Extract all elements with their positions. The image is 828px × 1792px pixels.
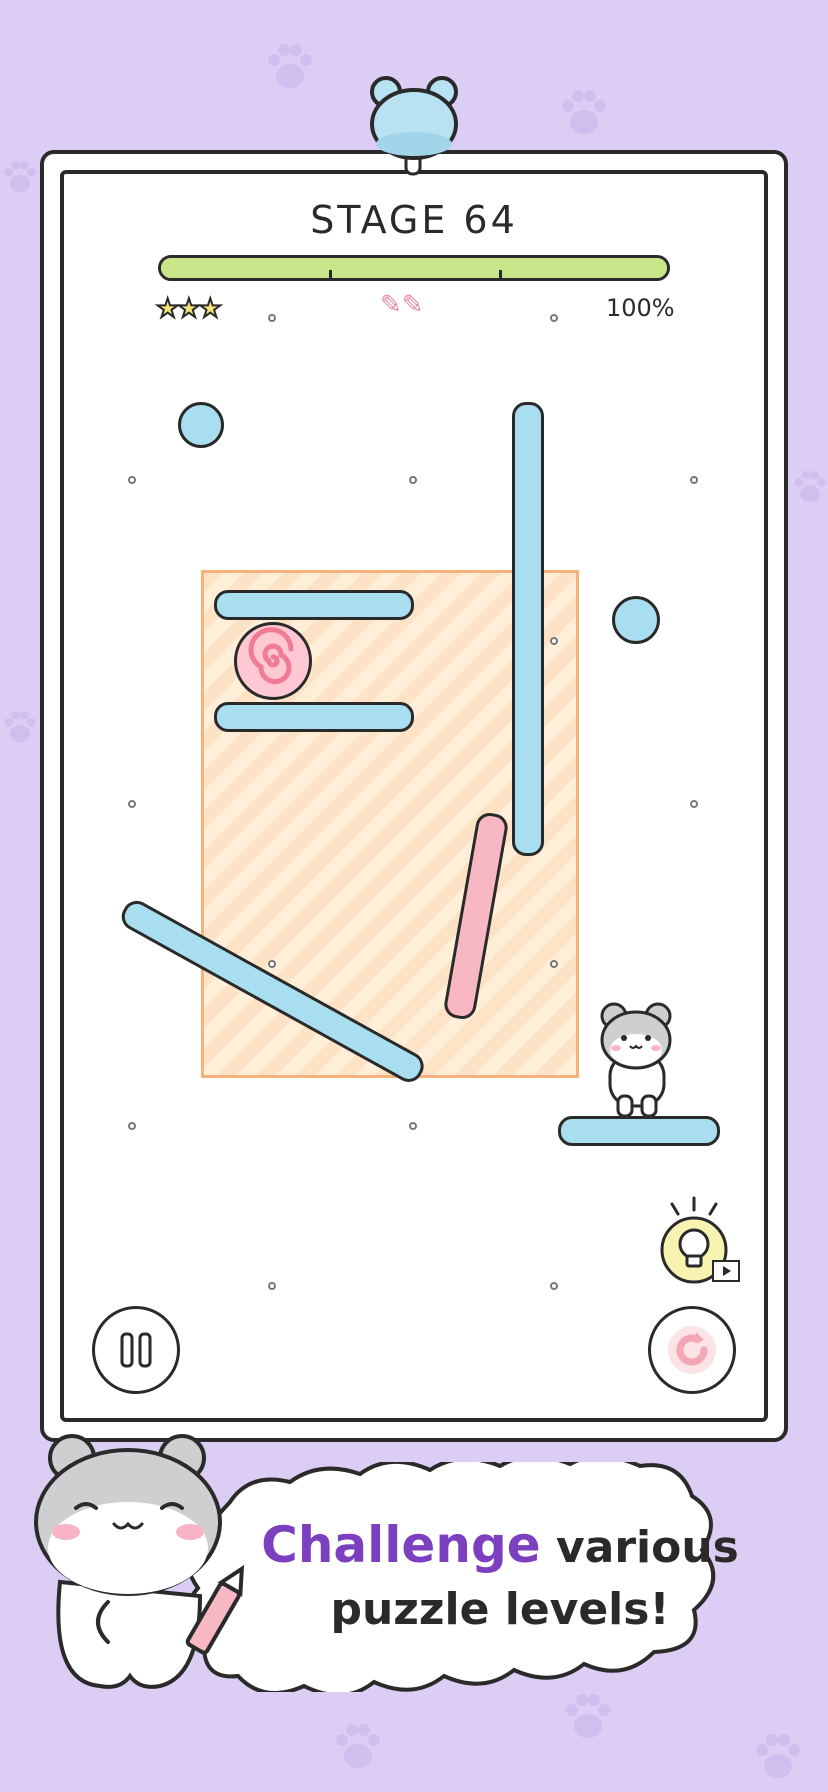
hint-button[interactable] <box>648 1194 740 1286</box>
grid-dot <box>128 476 136 484</box>
grid-dot <box>550 314 558 322</box>
promo-line1-rest: various <box>540 1522 739 1573</box>
grid-dot <box>268 314 276 322</box>
pause-button[interactable] <box>92 1306 180 1394</box>
grid-dot <box>550 960 558 968</box>
paw-icon <box>756 1734 800 1778</box>
hamster-mascot <box>34 1434 245 1689</box>
progress-fill <box>161 258 667 278</box>
platform-bar <box>214 702 414 732</box>
vertical-wall-bar <box>512 402 544 856</box>
paw-icon <box>336 1724 380 1768</box>
candy-ball <box>234 622 312 700</box>
paw-icon <box>794 470 826 503</box>
grid-dot <box>268 960 276 968</box>
grid-dot <box>550 637 558 645</box>
paw-icon <box>562 90 606 134</box>
progress-percent: 100% <box>606 294 675 322</box>
star-rating: ★★★ <box>155 293 223 325</box>
stage-title: STAGE 64 <box>310 198 518 242</box>
grid-dot <box>128 800 136 808</box>
pause-icon <box>120 1332 152 1368</box>
grid-dot <box>690 800 698 808</box>
restart-button[interactable] <box>648 1306 736 1394</box>
grid-dot <box>690 476 698 484</box>
grid-dot <box>409 1122 417 1130</box>
grid-dot <box>550 1282 558 1290</box>
goal-platform <box>558 1116 720 1146</box>
restart-icon <box>668 1326 716 1374</box>
blue-ball <box>178 402 224 448</box>
pencil-count: ✎✎ <box>380 290 424 320</box>
hamster-character <box>600 1002 672 1118</box>
hamster-head-icon <box>370 76 458 176</box>
platform-bar <box>214 590 414 620</box>
grid-dot <box>268 1282 276 1290</box>
progress-tick <box>499 270 502 278</box>
promo-text: Challenge various puzzle levels! <box>220 1514 780 1641</box>
video-icon <box>712 1260 740 1282</box>
promo-highlight: Challenge <box>261 1516 541 1574</box>
progress-tick <box>329 270 332 278</box>
grid-dot <box>128 1122 136 1130</box>
promo-line2: puzzle levels! <box>330 1584 670 1635</box>
paw-icon <box>4 710 36 743</box>
progress-bar <box>158 255 670 281</box>
paw-icon <box>566 1694 610 1738</box>
grid-dot <box>409 476 417 484</box>
blue-ball <box>612 596 660 644</box>
paw-icon <box>268 44 312 88</box>
